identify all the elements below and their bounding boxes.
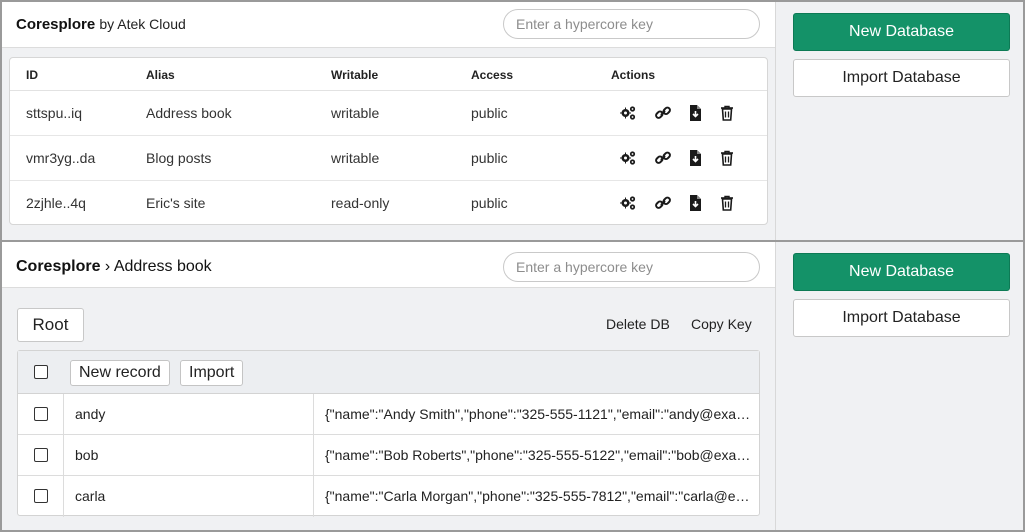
row-checkbox[interactable] (34, 448, 48, 462)
file-download-icon[interactable] (686, 194, 704, 212)
header: Coresplore › Address book (2, 242, 775, 288)
import-database-button[interactable]: Import Database (793, 299, 1010, 337)
new-database-button[interactable]: New Database (793, 253, 1010, 291)
table-row[interactable]: 2zjhle..4q Eric's site read-only public (10, 181, 767, 226)
record-key[interactable]: bob (75, 447, 98, 463)
db-access: public (471, 105, 508, 121)
record-value[interactable]: {"name":"Carla Morgan","phone":"325-555-… (325, 488, 751, 504)
import-database-button[interactable]: Import Database (793, 59, 1010, 97)
file-download-icon[interactable] (686, 104, 704, 122)
db-alias[interactable]: Blog posts (146, 150, 211, 166)
breadcrumb-current: Address book (113, 258, 212, 275)
db-access: public (471, 195, 508, 211)
root-button[interactable]: Root (17, 308, 84, 342)
brand-by: by Atek Cloud (99, 16, 186, 32)
table-row[interactable]: vmr3yg..da Blog posts writable public (10, 136, 767, 181)
db-id[interactable]: vmr3yg..da (26, 150, 95, 166)
link-icon[interactable] (654, 194, 672, 212)
brand-name[interactable]: Coresplore (16, 16, 95, 33)
search-input[interactable] (503, 252, 760, 282)
database-detail-view: Coresplore › Address book Root Delete DB… (2, 242, 1023, 530)
link-icon[interactable] (654, 104, 672, 122)
breadcrumb-separator: › (104, 258, 111, 275)
row-checkbox[interactable] (34, 489, 48, 503)
brand: Coresplore by Atek Cloud (16, 16, 186, 33)
gears-icon[interactable] (619, 149, 637, 167)
record-value[interactable]: {"name":"Bob Roberts","phone":"325-555-5… (325, 447, 751, 463)
import-button[interactable]: Import (180, 360, 244, 386)
column-divider (313, 435, 314, 475)
trash-icon[interactable] (718, 104, 736, 122)
file-download-icon[interactable] (686, 149, 704, 167)
gears-icon[interactable] (619, 194, 637, 212)
sidebar: New Database Import Database (775, 242, 1023, 530)
table-row[interactable]: bob {"name":"Bob Roberts","phone":"325-5… (18, 435, 759, 476)
gears-icon[interactable] (619, 104, 637, 122)
database-list-view: Coresplore by Atek Cloud ID Alias Writab… (2, 2, 1023, 240)
copy-key-button[interactable]: Copy Key (691, 316, 752, 332)
db-access: public (471, 150, 508, 166)
table-row[interactable]: sttspu..iq Address book writable public (10, 91, 767, 136)
record-key[interactable]: carla (75, 488, 105, 504)
new-database-button[interactable]: New Database (793, 13, 1010, 51)
column-header-alias: Alias (146, 68, 175, 82)
column-divider (63, 476, 64, 517)
column-divider (313, 476, 314, 517)
header: Coresplore by Atek Cloud (2, 2, 775, 48)
db-alias[interactable]: Address book (146, 105, 232, 121)
new-record-button[interactable]: New record (70, 360, 170, 386)
column-divider (313, 394, 314, 434)
search-input[interactable] (503, 9, 760, 39)
column-header-access: Access (471, 68, 514, 82)
db-writable: read-only (331, 195, 390, 211)
column-divider (63, 394, 64, 434)
db-writable: writable (331, 105, 380, 121)
column-header-writable: Writable (331, 68, 379, 82)
db-writable: writable (331, 150, 380, 166)
main-area: Coresplore › Address book Root Delete DB… (2, 242, 775, 530)
db-id[interactable]: sttspu..iq (26, 105, 82, 121)
trash-icon[interactable] (718, 149, 736, 167)
column-divider (63, 435, 64, 475)
sidebar: New Database Import Database (775, 2, 1023, 240)
table-header: ID Alias Writable Access Actions (10, 58, 767, 91)
breadcrumb-home[interactable]: Coresplore (16, 258, 100, 275)
table-row[interactable]: carla {"name":"Carla Morgan","phone":"32… (18, 476, 759, 517)
column-header-actions: Actions (611, 68, 656, 82)
trash-icon[interactable] (718, 194, 736, 212)
db-alias[interactable]: Eric's site (146, 195, 205, 211)
breadcrumb: Coresplore › Address book (16, 258, 212, 276)
records-toolbar: New record Import (18, 351, 759, 394)
main-area: Coresplore by Atek Cloud ID Alias Writab… (2, 2, 775, 240)
column-header-id: ID (26, 68, 38, 82)
record-key[interactable]: andy (75, 406, 105, 422)
db-id[interactable]: 2zjhle..4q (26, 195, 86, 211)
row-checkbox[interactable] (34, 407, 48, 421)
select-all-checkbox[interactable] (34, 365, 48, 379)
link-icon[interactable] (654, 149, 672, 167)
app-window: Coresplore by Atek Cloud ID Alias Writab… (0, 0, 1025, 532)
delete-db-button[interactable]: Delete DB (606, 316, 670, 332)
table-row[interactable]: andy {"name":"Andy Smith","phone":"325-5… (18, 394, 759, 435)
database-table: ID Alias Writable Access Actions sttspu.… (9, 57, 768, 225)
records-table: New record Import andy {"name":"Andy Smi… (17, 350, 760, 517)
record-value[interactable]: {"name":"Andy Smith","phone":"325-555-11… (325, 406, 751, 422)
